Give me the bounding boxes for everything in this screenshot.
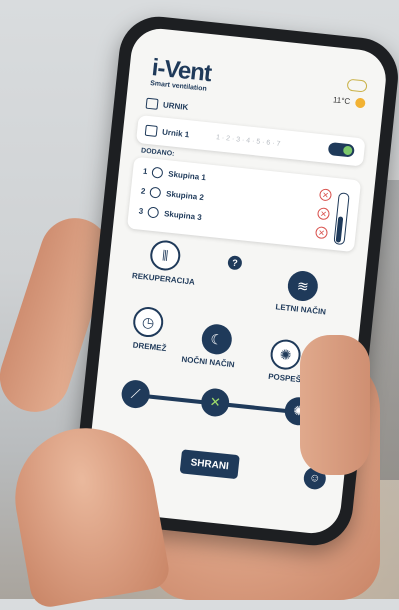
fan-icon [149, 186, 162, 199]
recuperation-icon: ⦀ [161, 246, 170, 264]
night-mode-label: NOČNI NAČIN [181, 354, 236, 370]
fan-icon [147, 206, 160, 219]
group-item[interactable]: 3 Skupina 3 [138, 205, 202, 223]
remove-group-2-icon[interactable]: ✕ [316, 207, 331, 221]
schedule-name: Urnik 1 [161, 127, 190, 140]
fan-icon [151, 166, 164, 179]
group-label: Skupina 2 [165, 189, 205, 203]
boost-label: POSPEŠI [267, 371, 304, 385]
summer-mode-label: LETNI NAČIN [275, 302, 327, 317]
clock-icon: ◷ [141, 312, 156, 331]
nap-label: DREMEŽ [132, 340, 167, 354]
group-number: 2 [140, 186, 146, 197]
fan-icon: ✺ [278, 345, 293, 363]
schedule-label: URNIK [162, 100, 189, 113]
recuperation-button[interactable]: ⦀ [148, 238, 182, 272]
groups-card: 1 Skupina 1 2 Skupina 2 3 Skupina 3 ✕ ✕ … [126, 156, 362, 253]
group-item[interactable]: 1 Skupina 1 [142, 166, 206, 184]
remove-group-3-icon[interactable]: ✕ [314, 226, 329, 240]
speed-medium-button[interactable]: ✕ [199, 387, 231, 418]
group-number: 3 [138, 206, 144, 216]
boost-button[interactable]: ✺ [269, 338, 303, 372]
fan-medium-icon: ✕ [209, 393, 222, 411]
save-button[interactable]: SHRANI [179, 449, 240, 480]
group-label: Skupina 1 [167, 169, 207, 183]
schedule-card[interactable]: Urnik 1 1 · 2 · 3 · 4 · 5 · 6 · 7 [135, 114, 366, 167]
schedule-days: 1 · 2 · 3 · 4 · 5 · 6 · 7 [215, 134, 281, 148]
group-label: Skupina 3 [163, 209, 203, 223]
weather-widget: 11°C [332, 77, 368, 109]
calendar-icon [145, 97, 159, 110]
help-button[interactable]: ? [227, 255, 243, 271]
cloud-icon [346, 78, 368, 93]
fan-low-icon: ⟋ [130, 385, 141, 402]
recuperation-label: REKUPERACIJA [131, 271, 196, 287]
temperature: 11°C [332, 95, 351, 107]
schedule-card-row: Urnik 1 1 · 2 · 3 · 4 · 5 · 6 · 7 [144, 124, 281, 150]
heat-waves-icon: ≋ [296, 276, 310, 295]
groups-title: DODANO: [140, 147, 175, 158]
remove-group-1-icon[interactable]: ✕ [318, 188, 333, 202]
group-item[interactable]: 2 Skupina 2 [140, 186, 204, 204]
schedule-header[interactable]: URNIK [145, 97, 189, 113]
schedule-toggle[interactable] [327, 141, 355, 158]
sun-icon [354, 97, 366, 109]
group-number: 1 [142, 166, 148, 177]
calendar-icon [144, 124, 158, 137]
right-fingers [300, 335, 370, 475]
groups-scrollbar[interactable] [333, 192, 350, 246]
moon-icon: ☾ [209, 330, 224, 348]
night-mode-button[interactable]: ☾ [200, 322, 234, 356]
nap-button[interactable]: ◷ [131, 305, 165, 339]
speed-low-button[interactable]: ⟋ [120, 378, 152, 410]
summer-mode-button[interactable]: ≋ [286, 269, 320, 303]
